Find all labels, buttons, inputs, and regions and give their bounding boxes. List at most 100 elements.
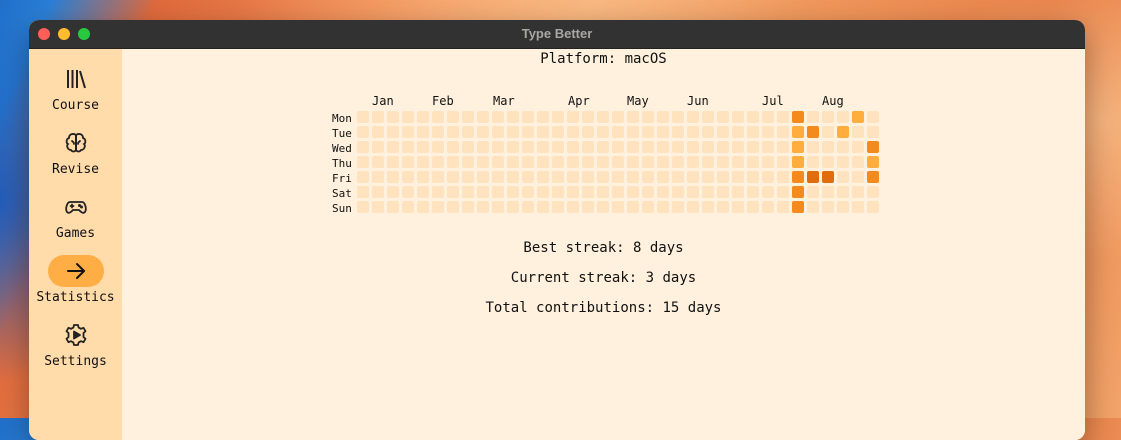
heatmap-cell <box>447 171 459 183</box>
heatmap-cell <box>822 156 834 168</box>
heatmap-cell <box>717 201 729 213</box>
day-label: Sat <box>332 187 352 200</box>
heatmap-cell <box>447 141 459 153</box>
heatmap-cell <box>627 201 639 213</box>
heatmap-cell <box>477 186 489 198</box>
heatmap-cell <box>777 141 789 153</box>
library-icon <box>48 63 104 95</box>
heatmap-cell <box>462 141 474 153</box>
heatmap-cell <box>672 186 684 198</box>
heatmap-cell <box>702 111 714 123</box>
heatmap-cell <box>837 186 849 198</box>
heatmap-cell <box>552 156 564 168</box>
heatmap-cell <box>657 156 669 168</box>
heatmap-cell <box>567 171 579 183</box>
heatmap-cell <box>762 156 774 168</box>
heatmap-cell <box>642 126 654 138</box>
heatmap-cell <box>717 186 729 198</box>
heatmap-cell <box>372 126 384 138</box>
heatmap-cell <box>432 141 444 153</box>
heatmap-cell <box>597 201 609 213</box>
heatmap-cell <box>822 111 834 123</box>
heatmap-cell <box>432 171 444 183</box>
heatmap-cell <box>852 156 864 168</box>
heatmap-cell <box>687 141 699 153</box>
heatmap-cell <box>432 156 444 168</box>
heatmap-cell <box>492 186 504 198</box>
sidebar-item-revise[interactable]: Revise <box>29 127 122 187</box>
heatmap-cell <box>402 201 414 213</box>
heatmap-cell <box>597 111 609 123</box>
statistics-panel: Platform: macOS Jan Feb Mar Apr May Jun … <box>122 49 1085 440</box>
heatmap-cell <box>582 156 594 168</box>
heatmap-cell <box>732 111 744 123</box>
heatmap-cell <box>852 201 864 213</box>
heatmap-cell <box>372 201 384 213</box>
heatmap-cell <box>867 126 879 138</box>
heatmap-cell <box>747 201 759 213</box>
heatmap-cell <box>747 171 759 183</box>
heatmap-cell <box>387 156 399 168</box>
heatmap-cell <box>807 111 819 123</box>
sidebar-item-settings[interactable]: Settings <box>29 319 122 379</box>
heatmap-cell <box>657 186 669 198</box>
heatmap-cell <box>627 156 639 168</box>
month-label: Jan <box>372 94 394 108</box>
heatmap-cell <box>852 111 864 123</box>
heatmap-cell <box>597 171 609 183</box>
heatmap-cell <box>852 141 864 153</box>
heatmap-cell <box>642 186 654 198</box>
heatmap-cell <box>492 126 504 138</box>
heatmap-cell <box>492 171 504 183</box>
heatmap-cell <box>777 186 789 198</box>
heatmap-cell <box>447 201 459 213</box>
heatmap-cell <box>657 126 669 138</box>
heatmap-cell <box>702 156 714 168</box>
heatmap-cell <box>447 186 459 198</box>
heatmap-cell <box>372 156 384 168</box>
heatmap-cell <box>522 186 534 198</box>
heatmap-cell <box>357 126 369 138</box>
heatmap-cell <box>762 171 774 183</box>
heatmap-cell <box>417 156 429 168</box>
heatmap-cell <box>357 156 369 168</box>
heatmap-cell <box>747 141 759 153</box>
heatmap-cell <box>762 141 774 153</box>
heatmap-cell <box>582 111 594 123</box>
heatmap-cell <box>372 111 384 123</box>
heatmap-cell <box>642 201 654 213</box>
sidebar-item-games[interactable]: Games <box>29 191 122 251</box>
month-label: Mar <box>493 94 515 108</box>
sidebar-item-label: Games <box>55 226 96 241</box>
current-streak-text: Current streak: 3 days <box>510 270 697 286</box>
heatmap-cell <box>507 141 519 153</box>
sidebar-item-statistics[interactable]: Statistics <box>29 255 122 315</box>
heatmap-cell <box>867 186 879 198</box>
heatmap-cell <box>477 126 489 138</box>
heatmap-cell <box>447 156 459 168</box>
heatmap-cell <box>552 171 564 183</box>
heatmap-cell <box>852 126 864 138</box>
heatmap-cell <box>627 111 639 123</box>
heatmap-cell <box>702 126 714 138</box>
sidebar-item-course[interactable]: Course <box>29 63 122 123</box>
heatmap-cell <box>387 201 399 213</box>
month-label: Feb <box>432 94 454 108</box>
heatmap-cell <box>507 111 519 123</box>
heatmap-cell <box>477 171 489 183</box>
heatmap-cell <box>687 186 699 198</box>
heatmap-cell <box>537 141 549 153</box>
heatmap-cell <box>792 186 804 198</box>
heatmap-cell <box>807 156 819 168</box>
heatmap-cell <box>612 171 624 183</box>
heatmap-cell <box>642 111 654 123</box>
heatmap-cell <box>552 186 564 198</box>
heatmap-cell <box>372 141 384 153</box>
heatmap-cell <box>657 111 669 123</box>
heatmap-cell <box>747 111 759 123</box>
heatmap-cell <box>387 186 399 198</box>
heatmap-cell <box>732 141 744 153</box>
sidebar: Course Revise Games Statistics Settings <box>29 49 122 440</box>
heatmap-cell <box>747 126 759 138</box>
heatmap-cell <box>867 111 879 123</box>
